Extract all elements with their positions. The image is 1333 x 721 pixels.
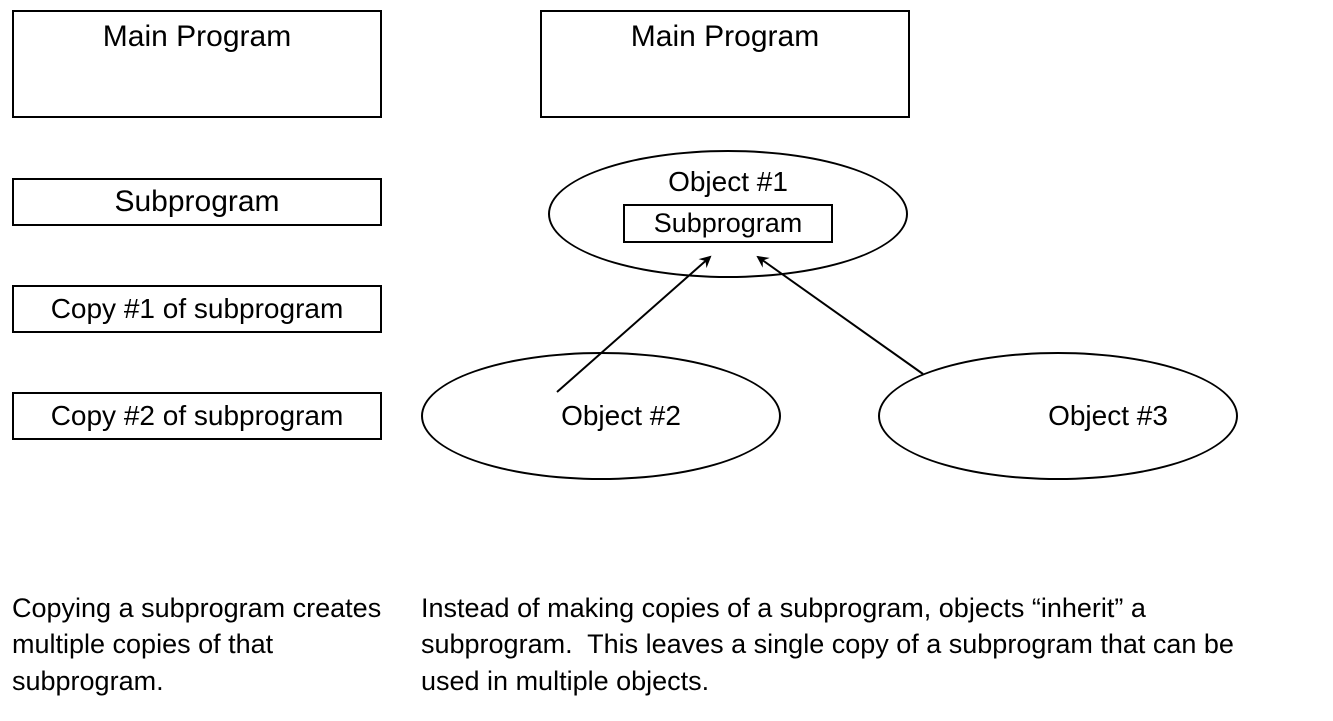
left-subprogram-box: Subprogram <box>12 178 382 226</box>
left-copy2-box: Copy #2 of subprogram <box>12 392 382 440</box>
object3-ellipse: Object #3 <box>878 352 1238 480</box>
object1-ellipse: Object #1 Subprogram <box>548 150 908 278</box>
left-copy2-label: Copy #2 of subprogram <box>51 400 344 432</box>
right-main-program-label: Main Program <box>631 20 819 54</box>
object2-ellipse: Object #2 <box>421 352 781 480</box>
left-copy1-box: Copy #1 of subprogram <box>12 285 382 333</box>
object1-subprogram-box: Subprogram <box>623 204 833 243</box>
right-main-program-box: Main Program <box>540 10 910 118</box>
object1-label: Object #1 <box>668 166 788 197</box>
object3-label: Object #3 <box>948 400 1168 431</box>
left-copy1-label: Copy #1 of subprogram <box>51 293 344 325</box>
left-main-program-box: Main Program <box>12 10 382 118</box>
right-caption: Instead of making copies of a subprogram… <box>421 590 1241 699</box>
left-subprogram-label: Subprogram <box>114 185 279 219</box>
left-caption: Copying a subprogram creates multiple co… <box>12 590 382 699</box>
left-main-program-label: Main Program <box>103 20 291 54</box>
object1-subprogram-label: Subprogram <box>654 208 803 238</box>
object2-label: Object #2 <box>521 400 681 431</box>
